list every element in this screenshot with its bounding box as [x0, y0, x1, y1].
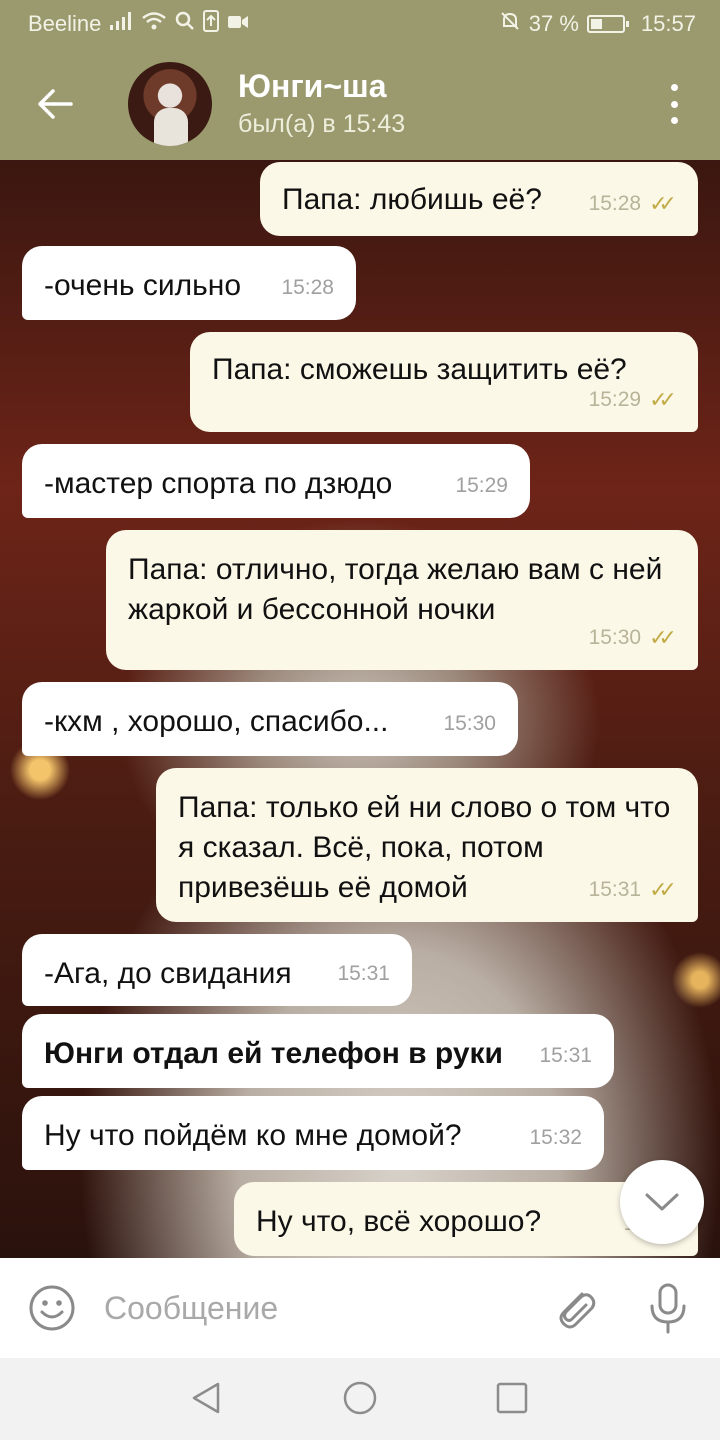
- message-outgoing[interactable]: Папа: отлично, тогда желаю вам с ней жар…: [106, 530, 698, 670]
- message-meta: 15:31 ✓✓: [588, 870, 677, 910]
- message-time: 15:31: [539, 1044, 592, 1067]
- status-time: 15:57: [640, 11, 696, 36]
- mute-bell-icon: [499, 10, 521, 38]
- message-text: -кхм , хорошо, спасибо...: [44, 705, 389, 738]
- square-recents-icon: [496, 1382, 528, 1414]
- message-outgoing[interactable]: Папа: сможешь защитить её? 15:29 ✓✓: [190, 332, 698, 432]
- message-text: Папа: отлично, тогда желаю вам с ней жар…: [128, 553, 663, 626]
- message-meta: 15:28: [281, 268, 334, 308]
- message-time: 15:29: [588, 388, 642, 411]
- status-bar: Beeline 37 % 15:57: [0, 0, 720, 48]
- signal-icon: [109, 11, 133, 37]
- contact-name: Юнги~ша: [238, 68, 387, 104]
- message-time: 15:28: [588, 192, 642, 215]
- attach-button[interactable]: [552, 1284, 600, 1332]
- nav-recents-button[interactable]: [494, 1380, 530, 1416]
- scroll-down-button[interactable]: [620, 1160, 704, 1244]
- message-time: 15:29: [455, 474, 508, 497]
- message-incoming[interactable]: Юнги отдал ей телефон в руки 15:31: [22, 1014, 614, 1088]
- chat-area[interactable]: Папа: любишь её? 15:28 ✓✓ -очень сильно 1…: [0, 160, 720, 1258]
- message-time: 15:30: [588, 626, 642, 649]
- message-meta: 15:30 ✓✓: [588, 618, 677, 658]
- microphone-button[interactable]: [644, 1282, 692, 1334]
- message-text: Юнги отдал ей телефон в руки: [44, 1037, 503, 1070]
- message-outgoing[interactable]: Папа: только ей ни слово о том что я ска…: [156, 768, 698, 922]
- carrier-label: Beeline: [28, 11, 102, 36]
- chevron-down-icon: [645, 1193, 679, 1211]
- video-icon: [227, 13, 249, 36]
- message-meta: 15:29: [455, 466, 508, 506]
- search-icon: [175, 11, 195, 37]
- battery-icon: [586, 15, 629, 33]
- message-input-bar: [0, 1258, 720, 1358]
- message-input[interactable]: [104, 1282, 524, 1334]
- message-time: 15:32: [529, 1126, 582, 1149]
- message-time: 15:31: [337, 962, 390, 985]
- avatar[interactable]: [128, 62, 212, 146]
- wifi-icon: [141, 11, 167, 37]
- double-check-icon: ✓✓: [649, 191, 677, 216]
- smiley-icon: [29, 1285, 75, 1331]
- dot-icon: [670, 117, 678, 124]
- microphone-icon: [650, 1283, 686, 1334]
- message-incoming[interactable]: -очень сильно 15:28: [22, 246, 356, 320]
- battery-percent: 37 %: [528, 11, 579, 36]
- double-check-icon: ✓✓: [649, 387, 677, 412]
- paperclip-icon: [559, 1292, 596, 1329]
- arrow-left-icon: [38, 89, 73, 119]
- dot-icon: [670, 84, 678, 91]
- message-text: -мастер спорта по дзюдо: [44, 467, 393, 500]
- upload-icon: [203, 10, 220, 38]
- message-incoming[interactable]: -кхм , хорошо, спасибо... 15:30: [22, 682, 518, 756]
- message-meta: 15:32: [529, 1118, 582, 1158]
- nav-home-button[interactable]: [342, 1380, 378, 1416]
- message-meta: 15:31: [539, 1036, 592, 1076]
- message-incoming[interactable]: Ну что пойдём ко мне домой? 15:32: [22, 1096, 604, 1170]
- message-meta: 15:29 ✓✓: [588, 380, 677, 420]
- message-incoming[interactable]: -Ага, до свидания 15:31: [22, 934, 412, 1006]
- nav-back-button[interactable]: [188, 1380, 224, 1416]
- back-button[interactable]: [0, 48, 110, 160]
- last-seen-status: был(а) в 15:43: [238, 110, 406, 138]
- emoji-button[interactable]: [28, 1284, 76, 1332]
- system-nav-bar: [0, 1358, 720, 1440]
- message-meta: 15:30: [443, 704, 496, 744]
- double-check-icon: ✓✓: [649, 625, 677, 650]
- message-time: 15:30: [443, 712, 496, 735]
- more-menu-button[interactable]: [664, 84, 684, 124]
- chat-header: Юнги~ша был(а) в 15:43: [0, 48, 720, 160]
- dot-icon: [670, 100, 678, 108]
- message-time: 15:28: [281, 276, 334, 299]
- message-meta: 15:28 ✓✓: [588, 184, 677, 224]
- circle-home-icon: [343, 1381, 377, 1415]
- message-meta: 15:31: [337, 954, 390, 994]
- message-outgoing[interactable]: Папа: любишь её? 15:28 ✓✓: [260, 162, 698, 236]
- chat-info[interactable]: Юнги~ша был(а) в 15:43: [238, 67, 405, 141]
- message-text: Ну что пойдём ко мне домой?: [44, 1119, 462, 1152]
- triangle-back-icon: [192, 1382, 220, 1414]
- message-incoming[interactable]: -мастер спорта по дзюдо 15:29: [22, 444, 530, 518]
- message-time: 15:31: [588, 878, 642, 901]
- message-text: Ну что, всё хорошо?: [256, 1205, 542, 1238]
- double-check-icon: ✓✓: [649, 877, 677, 902]
